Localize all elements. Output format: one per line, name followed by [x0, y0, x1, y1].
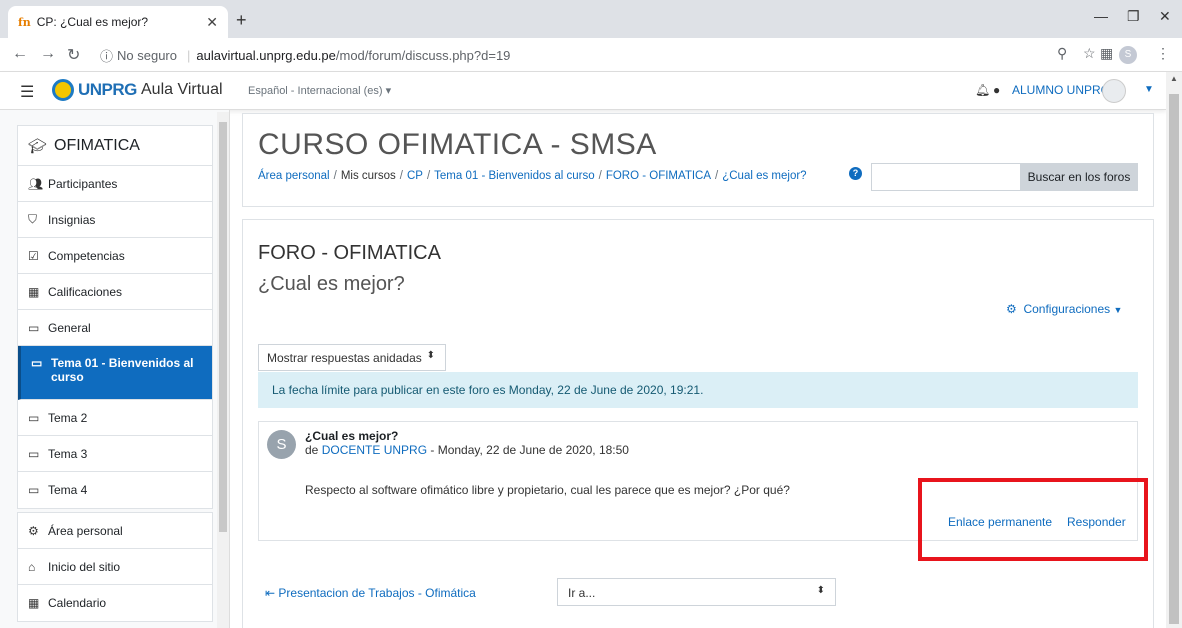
post-body: Respecto al software ofimático libre y p… — [305, 483, 790, 497]
browser-tab-bar: fn CP: ¿Cual es mejor? ✕ + — ❐ ✕ — [0, 0, 1182, 38]
url-input[interactable]: ⓘ No seguro | aulavirtual.unprg.edu.pe/m… — [100, 42, 1100, 68]
home-icon: ⌂ — [28, 559, 36, 574]
folder-icon: ▭ — [28, 410, 40, 425]
discussion-title: ¿Cual es mejor? — [258, 273, 405, 295]
close-tab-icon[interactable]: ✕ — [206, 14, 218, 31]
calendar-icon: ▦ — [28, 596, 40, 610]
site-navbar: ☰ UNPRG Aula Virtual Español - Internaci… — [0, 72, 1166, 110]
drawer-item-tema-2[interactable]: ▭ Tema 2 — [18, 400, 212, 436]
minimize-icon[interactable]: — — [1094, 8, 1108, 24]
breadcrumb-forum[interactable]: FORO - OFIMATICA — [606, 170, 711, 182]
folder-icon: ▭ — [28, 446, 40, 461]
drawer-item-badges[interactable]: ⛉ Insignias — [18, 202, 212, 238]
language-menu[interactable]: Español - Internacional (es) ▾ — [248, 84, 391, 97]
folder-icon: ▭ — [28, 483, 40, 497]
notification-bell-icon[interactable]: 🔔︎ — [975, 83, 990, 97]
drawer-item-tema-4[interactable]: ▭ Tema 4 — [18, 472, 212, 508]
window-close-icon[interactable]: ✕ — [1159, 8, 1171, 25]
drawer-course-group: 🎓︎ OFIMATICA 👥︎ Participantes ⛉ Insignias … — [17, 125, 213, 509]
page-title: CURSO OFIMATICA - SMSA — [258, 128, 657, 161]
user-menu-name[interactable]: ALUMNO UNPRG — [1012, 83, 1110, 97]
page-scrollbar[interactable]: ▲ — [1166, 72, 1182, 628]
breadcrumb-discussion[interactable]: ¿Cual es mejor? — [722, 170, 806, 182]
gear-icon: ⚙ — [1006, 302, 1017, 316]
logo-text[interactable]: UNPRG — [78, 80, 137, 100]
select-arrows-icon: ⬍ — [816, 585, 825, 596]
forum-search-button[interactable]: Buscar en los foros — [1020, 163, 1138, 191]
post-author-link[interactable]: DOCENTE UNPRG — [322, 443, 427, 457]
dashboard-icon: ⚙ — [28, 523, 39, 538]
display-mode-select[interactable]: Mostrar respuestas anidadas ⬍ — [258, 344, 446, 371]
graduation-cap-icon: 🎓︎ — [28, 137, 48, 155]
drawer-item-general[interactable]: ▭ General — [18, 310, 212, 346]
back-icon[interactable]: ← — [12, 45, 28, 63]
info-icon[interactable]: ⓘ — [100, 46, 113, 65]
drawer-item-tema-3[interactable]: ▭ Tema 3 — [18, 436, 212, 472]
drawer-scrollbar-thumb[interactable] — [219, 122, 227, 532]
url-host: aulavirtual.unprg.edu.pe — [196, 47, 336, 63]
messages-icon[interactable]: ● — [993, 83, 1000, 97]
user-avatar[interactable] — [1102, 79, 1126, 103]
scroll-up-icon[interactable]: ▲ — [1170, 74, 1178, 83]
reload-icon[interactable]: ↻ — [67, 45, 80, 65]
zoom-icon[interactable]: ⚲ — [1057, 45, 1067, 62]
select-arrows-icon: ⬍ — [426, 350, 435, 361]
help-icon[interactable]: ? — [849, 167, 862, 180]
arrow-left-icon: ⇤ — [265, 586, 276, 600]
forum-search-input[interactable] — [871, 163, 1021, 191]
drawer-scrollbar[interactable] — [217, 112, 229, 628]
drawer-site-group: ⚙ Área personal ⌂ Inicio del sitio ▦ Calend… — [17, 512, 213, 622]
forum-title: FORO - OFIMATICA — [258, 242, 441, 264]
drawer-item-calendar[interactable]: ▦ Calendario — [18, 585, 212, 621]
address-bar: ← → ↻ ⓘ No seguro | aulavirtual.unprg.ed… — [0, 38, 1182, 72]
user-menu-caret-icon[interactable]: ▼ — [1144, 84, 1154, 95]
breadcrumb: Área personal / Mis cursos / CP / Tema 01 - Bi… — [258, 170, 807, 182]
previous-activity-link[interactable]: ⇤ Presentacion de Trabajos - Ofimática — [265, 586, 476, 600]
drawer-item-dashboard[interactable]: ⚙ Área personal — [18, 513, 212, 549]
drawer-item-competencies[interactable]: ☑ Competencias — [18, 238, 212, 274]
drawer-item-grades[interactable]: ▦ Calificaciones — [18, 274, 212, 310]
post-meta: de DOCENTE UNPRG - Monday, 22 de June de… — [305, 443, 629, 457]
deadline-alert: La fecha límite para publicar en este fo… — [258, 372, 1138, 408]
drawer-item-participants[interactable]: 👥︎ Participantes — [18, 166, 212, 202]
breadcrumb-section[interactable]: Tema 01 - Bienvenidos al curso — [434, 170, 594, 182]
table-icon: ▦ — [28, 284, 40, 299]
maximize-icon[interactable]: ❐ — [1127, 8, 1140, 25]
settings-menu[interactable]: ⚙ Configuraciones ▼ — [1006, 302, 1122, 316]
browser-tab[interactable]: fn CP: ¿Cual es mejor? ✕ — [8, 6, 228, 38]
folder-icon: ▭ — [28, 320, 40, 335]
drawer-course-header[interactable]: 🎓︎ OFIMATICA — [18, 126, 212, 166]
favicon-icon: fn — [18, 15, 31, 29]
breadcrumb-course[interactable]: CP — [407, 170, 423, 182]
menu-dots-icon[interactable]: ⋮ — [1156, 45, 1170, 62]
tab-title: CP: ¿Cual es mejor? — [36, 15, 149, 29]
drawer-toggle-icon[interactable]: ☰ — [20, 82, 34, 102]
caret-down-icon: ▼ — [1113, 305, 1123, 315]
forward-icon[interactable]: → — [40, 45, 56, 63]
breadcrumb-courses: Mis cursos — [340, 170, 396, 182]
author-avatar[interactable]: S — [267, 430, 296, 459]
new-tab-icon[interactable]: + — [236, 10, 247, 31]
folder-icon: ▭ — [31, 356, 43, 370]
checkbox-icon: ☑ — [28, 248, 39, 263]
bookmark-star-icon[interactable]: ☆ — [1083, 45, 1096, 62]
breadcrumb-home[interactable]: Área personal — [258, 170, 330, 182]
badge-icon: ⛉ — [28, 212, 38, 226]
highlight-box — [918, 478, 1148, 561]
drawer-item-tema-01[interactable]: ▭ Tema 01 - Bienvenidos al curso — [18, 346, 212, 400]
security-label: No seguro — [117, 47, 177, 63]
unprg-logo-icon[interactable] — [52, 79, 74, 101]
post-date: - Monday, 22 de June de 2020, 18:50 — [427, 443, 629, 457]
post-subject: ¿Cual es mejor? — [305, 429, 399, 443]
drawer-item-site-home[interactable]: ⌂ Inicio del sitio — [18, 549, 212, 585]
profile-avatar[interactable]: S — [1119, 46, 1137, 64]
site-name[interactable]: Aula Virtual — [141, 81, 223, 99]
url-path: /mod/forum/discuss.php?d=19 — [335, 47, 511, 63]
extensions-icon[interactable]: ▦ — [1100, 45, 1113, 62]
users-icon: 👥︎ — [28, 176, 44, 191]
scrollbar-thumb[interactable] — [1169, 94, 1179, 624]
jump-to-select[interactable]: Ir a... ⬍ — [557, 578, 836, 606]
